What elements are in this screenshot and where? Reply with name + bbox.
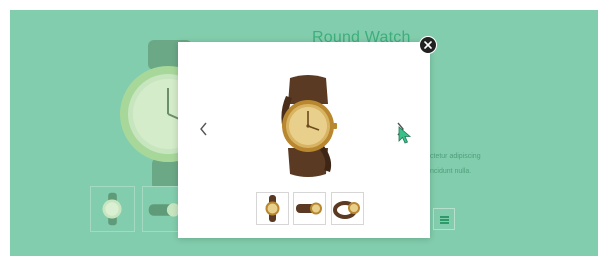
- chevron-left-icon[interactable]: [198, 120, 210, 138]
- thumbnail-3[interactable]: [331, 192, 364, 225]
- background-thumbnail[interactable]: [90, 186, 135, 232]
- main-product-image: [281, 75, 337, 177]
- product-description-line: ctetur adipiscing: [430, 153, 481, 160]
- thumbnail-1[interactable]: [256, 192, 289, 225]
- thumbnail-2[interactable]: [293, 192, 326, 225]
- close-button[interactable]: [419, 36, 437, 54]
- list-view-icon[interactable]: [433, 208, 455, 230]
- close-icon: [424, 41, 432, 49]
- product-description-line: ncidunt nulla.: [430, 168, 472, 175]
- page: Round Watch ctetur adipiscing ncidunt nu…: [0, 0, 608, 260]
- pointer-cursor-icon: [398, 126, 412, 144]
